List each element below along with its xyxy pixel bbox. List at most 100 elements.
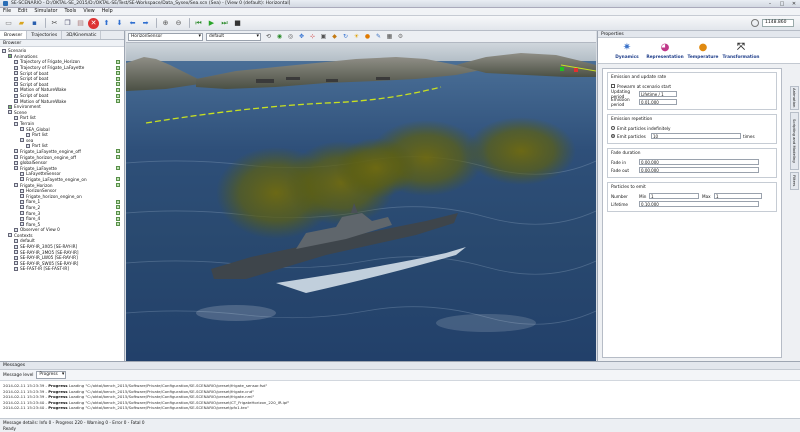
tab-browser[interactable]: Browser [0, 31, 28, 39]
menu-simulator[interactable]: Simulator [34, 9, 57, 14]
visibility-checkbox[interactable] [116, 177, 120, 182]
rotate-icon[interactable]: ↻ [341, 32, 350, 41]
side-tab-animation[interactable]: Animation [790, 86, 799, 110]
settings-icon[interactable]: ⚙ [396, 32, 405, 41]
visibility-checkbox[interactable] [116, 183, 120, 188]
open-folder-icon[interactable]: ▰ [16, 18, 27, 29]
emit-count-field[interactable]: 10 [651, 132, 741, 140]
menu-tools[interactable]: Tools [64, 9, 76, 14]
message-log[interactable]: 2014-02-11 15:23:39 - Progress Loading "… [0, 381, 800, 413]
visibility-checkbox[interactable] [116, 65, 120, 70]
tab-temperature[interactable]: ● Temperature [684, 38, 722, 63]
main-toolbar: ▭ ▰ ▪ ✂ ❐ ▤ ✕ ⬆ ⬇ ⬅ ➡ ⊕ ⊖ ⏮ ▶ ⏭ ■ 1148.8… [0, 16, 800, 31]
updating-select[interactable]: Lifetime / 1 [639, 90, 677, 98]
zoom-in-icon[interactable]: ⊕ [160, 18, 171, 29]
new-file-icon[interactable]: ▭ [3, 18, 14, 29]
tree-item-label: Part list [20, 115, 36, 121]
visibility-checkbox[interactable] [116, 166, 120, 171]
island-left [126, 57, 206, 91]
object-icon[interactable]: ◆ [330, 32, 339, 41]
tab-kinematic[interactable]: 3D/Kinematic [62, 31, 102, 39]
move-right-icon[interactable]: ➡ [140, 18, 151, 29]
visibility-checkbox[interactable] [116, 205, 120, 210]
context-select[interactable]: default [206, 32, 261, 41]
visibility-checkbox[interactable] [116, 82, 120, 87]
rewind-icon[interactable]: ⏮ [193, 18, 204, 29]
sun-icon[interactable]: ● [363, 32, 372, 41]
axis-icon[interactable]: ⊹ [308, 32, 317, 41]
light-icon[interactable]: ☀ [352, 32, 361, 41]
visibility-checkbox[interactable] [116, 87, 120, 92]
fade-in-field[interactable]: 0.00.000 [639, 158, 759, 166]
camera-icon[interactable]: ▣ [319, 32, 328, 41]
minimize-icon[interactable]: – [764, 0, 776, 7]
save-icon[interactable]: ▪ [29, 18, 40, 29]
tree-node-icon [14, 266, 18, 271]
visibility-checkbox[interactable] [116, 155, 120, 160]
tree-node-icon [14, 99, 18, 104]
tree-node-icon [26, 143, 30, 148]
tree-node-icon [14, 87, 18, 92]
paste-icon[interactable]: ▤ [75, 18, 86, 29]
log-message: Loading "C:/oktal/bench_2015/Software/Pr… [68, 394, 255, 400]
tree-item-label: Frigate_LaFayette_engine_on [26, 176, 87, 182]
delete-icon[interactable]: ✕ [88, 17, 99, 29]
menu-view[interactable]: View [83, 9, 94, 14]
max-label: Max [702, 193, 711, 199]
side-tab-filters[interactable]: Filters [790, 172, 799, 190]
visibility-checkbox[interactable] [116, 71, 120, 76]
play-icon[interactable]: ▶ [206, 18, 217, 29]
prewarm-checkbox[interactable] [611, 84, 615, 88]
visibility-checkbox[interactable] [116, 93, 120, 98]
sensor-select[interactable]: HorizonSensor [128, 32, 203, 41]
visibility-checkbox[interactable] [116, 99, 120, 104]
menu-edit[interactable]: Edit [18, 9, 27, 14]
reset-view-icon[interactable]: ⟲ [264, 32, 273, 41]
visibility-checkbox[interactable] [116, 76, 120, 81]
pan-icon[interactable]: ✥ [297, 32, 306, 41]
visibility-checkbox[interactable] [116, 149, 120, 154]
close-icon[interactable]: ✕ [788, 0, 800, 7]
emit-indefinitely-radio[interactable] [611, 126, 615, 130]
maximize-icon[interactable]: □ [776, 0, 788, 7]
tree-item-label: Frigate_horizon_engine_on [26, 193, 82, 199]
ready-status: Ready [3, 426, 16, 431]
stop-icon[interactable]: ■ [232, 18, 243, 29]
menu-help[interactable]: Help [102, 9, 113, 14]
visibility-checkbox[interactable] [116, 199, 120, 204]
move-up-icon[interactable]: ⬆ [101, 18, 112, 29]
tree-item[interactable]: SE-FAST-IR [SE-FAST-IR] [2, 266, 122, 272]
emit-particles-radio[interactable] [611, 134, 615, 138]
max-field[interactable]: 1 [714, 192, 762, 200]
move-left-icon[interactable]: ⬅ [127, 18, 138, 29]
menu-file[interactable]: File [3, 9, 11, 14]
side-tab-scripting[interactable]: Scripting and Modeling [790, 112, 799, 170]
screenshot-icon[interactable]: ▦ [385, 32, 394, 41]
zoom-out-icon[interactable]: ⊖ [173, 18, 184, 29]
min-field[interactable]: 1 [649, 192, 699, 200]
visibility-checkbox[interactable] [116, 211, 120, 216]
tab-representation[interactable]: ◕ Representation [646, 38, 684, 63]
tab-trajectories[interactable]: Trajectories [27, 31, 63, 39]
move-down-icon[interactable]: ⬇ [114, 18, 125, 29]
log-message: Loading "C:/oktal/bench_2015/Software/Pr… [68, 388, 254, 394]
globe-icon[interactable]: ◉ [275, 32, 284, 41]
eye-icon[interactable]: ◎ [286, 32, 295, 41]
emission-period-field[interactable]: 0.01.000 [639, 98, 677, 106]
step-icon[interactable]: ⏭ [219, 18, 230, 29]
tab-transformation[interactable]: ⤧ Transformation [722, 38, 760, 63]
fade-out-field[interactable]: 0.00.000 [639, 166, 759, 174]
message-level-select[interactable]: Progress [36, 371, 67, 379]
lifetime-field[interactable]: 0.10.000 [639, 200, 759, 208]
tab-dynamics[interactable]: ✷ Dynamics [608, 38, 646, 63]
messages-header: Messages [0, 362, 800, 370]
visibility-checkbox[interactable] [116, 222, 120, 227]
paint-icon[interactable]: ✎ [374, 32, 383, 41]
copy-icon[interactable]: ❐ [62, 18, 73, 29]
time-value[interactable]: 1148.860 [762, 19, 794, 27]
visibility-checkbox[interactable] [116, 216, 120, 221]
cut-icon[interactable]: ✂ [49, 18, 60, 29]
visibility-checkbox[interactable] [116, 59, 120, 64]
3d-viewport[interactable] [126, 43, 596, 361]
browser-panel: Browser Trajectories 3D/Kinematic Browse… [0, 31, 125, 361]
